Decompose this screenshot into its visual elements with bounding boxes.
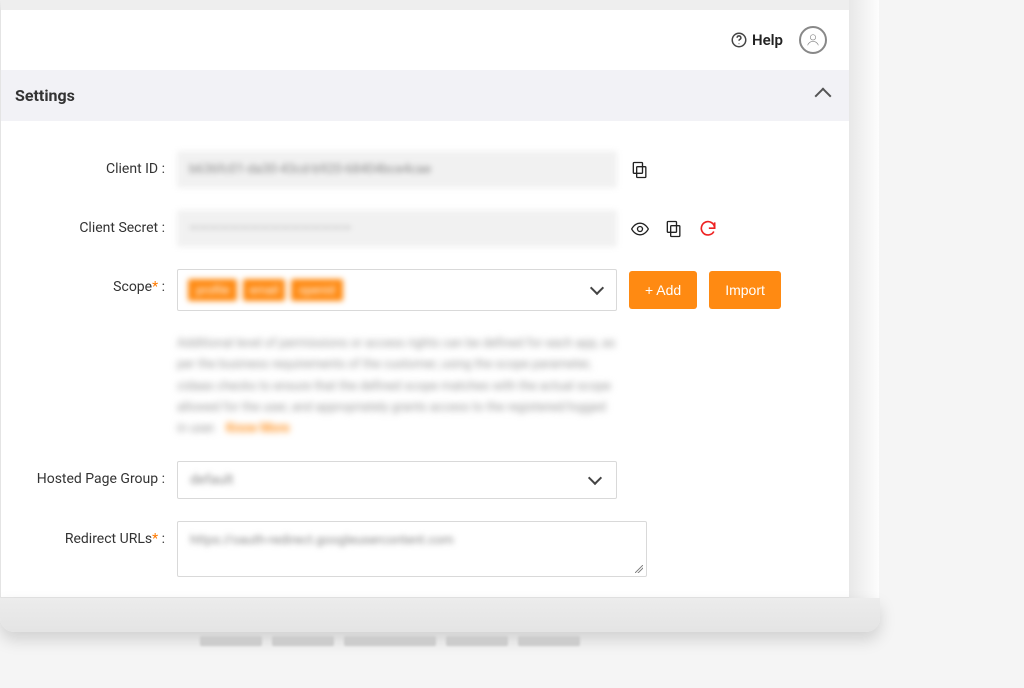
label-redirect-urls: Redirect URLs* : [17,521,177,547]
scope-help-text: Additional level of permissions or acces… [177,333,617,439]
scope-know-more-link[interactable]: Know More [226,421,289,436]
keyboard-hint [200,636,580,646]
copy-icon [664,219,684,239]
hosted-page-group-value: default [190,472,234,488]
scope-tag: profile [188,279,237,301]
row-client-id: Client ID : b636fc01-da30-43cd-b920-6840… [17,151,833,188]
client-id-value: b636fc01-da30-43cd-b920-68404bce4cae [177,151,617,188]
toggle-secret-visibility-button[interactable] [629,218,651,240]
regenerate-secret-button[interactable] [697,218,719,240]
copy-icon [630,160,650,180]
copy-client-secret-button[interactable] [663,218,685,240]
settings-panel-header[interactable]: Settings [1,70,849,121]
hosted-page-group-select[interactable]: default [177,461,617,499]
scope-select[interactable]: profile email openid [177,269,617,311]
settings-form: Client ID : b636fc01-da30-43cd-b920-6840… [1,121,849,598]
chevron-down-icon [588,471,602,485]
row-hosted-page-group: Hosted Page Group : default [17,461,833,499]
help-label: Help [752,31,783,49]
eye-icon [630,219,650,239]
topbar: Help [1,10,849,70]
label-client-id: Client ID : [17,151,177,177]
row-scope: Scope* : profile email openid + Add Impo… [17,269,833,311]
laptop-base [0,598,880,632]
refresh-icon [698,219,718,239]
chevron-up-icon [815,87,832,104]
redirect-urls-input[interactable]: https://oauth-redirect.googleusercontent… [177,521,647,577]
row-scope-help: Additional level of permissions or acces… [17,333,833,439]
label-client-secret: Client Secret : [17,210,177,236]
help-link[interactable]: Help [730,31,783,49]
help-icon [730,31,748,49]
laptop-bezel [849,0,879,598]
row-redirect-urls: Redirect URLs* : https://oauth-redirect.… [17,521,833,577]
row-client-secret: Client Secret : ———————————————— [17,210,833,247]
avatar[interactable] [799,26,827,54]
scope-tag: openid [291,279,343,301]
copy-client-id-button[interactable] [629,159,651,181]
client-secret-value: ———————————————— [177,210,617,247]
label-hosted-page-group: Hosted Page Group : [17,461,177,487]
panel-title: Settings [15,86,75,105]
add-scope-button[interactable]: + Add [629,271,697,309]
user-icon [805,32,821,48]
chevron-down-icon [590,281,604,295]
label-scope: Scope* : [17,269,177,295]
import-scope-button[interactable]: Import [709,271,781,309]
redirect-urls-value: https://oauth-redirect.googleusercontent… [190,533,454,548]
scope-tags: profile email openid [188,279,343,301]
scope-tag: email [243,279,284,301]
